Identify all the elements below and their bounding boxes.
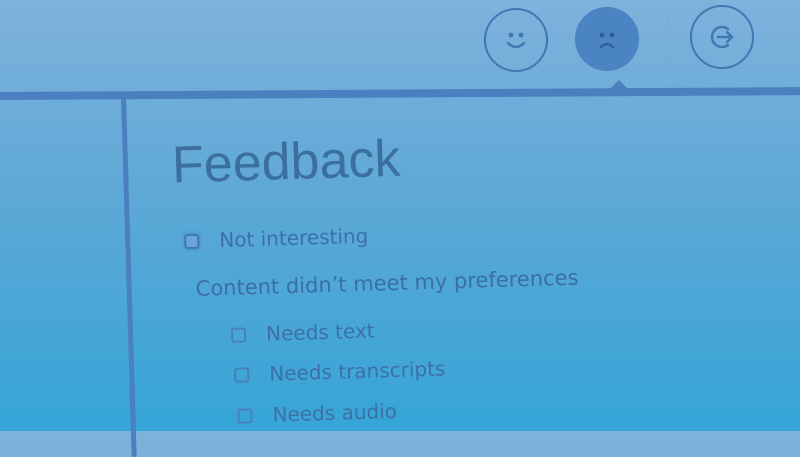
feedback-panel: Feedback Not interesting Content didn’t …	[121, 75, 800, 457]
frowning-face-icon	[599, 32, 615, 49]
needs-audio-checkbox[interactable]	[237, 407, 253, 424]
toolbar-separator	[668, 12, 670, 66]
not-interesting-checkbox[interactable]	[184, 233, 200, 249]
needs-text-checkbox[interactable]	[230, 326, 247, 343]
smiley-face-icon	[506, 32, 526, 49]
not-interesting-label: Not interesting	[218, 223, 369, 253]
needs-audio-option[interactable]: Needs audio	[237, 399, 397, 428]
needs-transcripts-checkbox[interactable]	[234, 366, 250, 383]
not-interesting-option[interactable]: Not interesting	[184, 224, 369, 253]
needs-text-option[interactable]: Needs text	[230, 318, 375, 347]
feedback-title: Feedback	[171, 129, 402, 195]
sad-feedback-button[interactable]	[575, 7, 639, 71]
needs-transcripts-label: Needs transcripts	[268, 356, 446, 386]
preferences-heading: Content didn’t meet my preferences	[195, 265, 579, 301]
needs-text-label: Needs text	[265, 318, 375, 346]
happy-feedback-button[interactable]	[484, 8, 548, 72]
exit-button[interactable]	[690, 5, 754, 69]
needs-audio-label: Needs audio	[272, 398, 398, 427]
exit-arrow-icon	[710, 25, 734, 49]
needs-transcripts-option[interactable]: Needs transcripts	[234, 357, 446, 387]
